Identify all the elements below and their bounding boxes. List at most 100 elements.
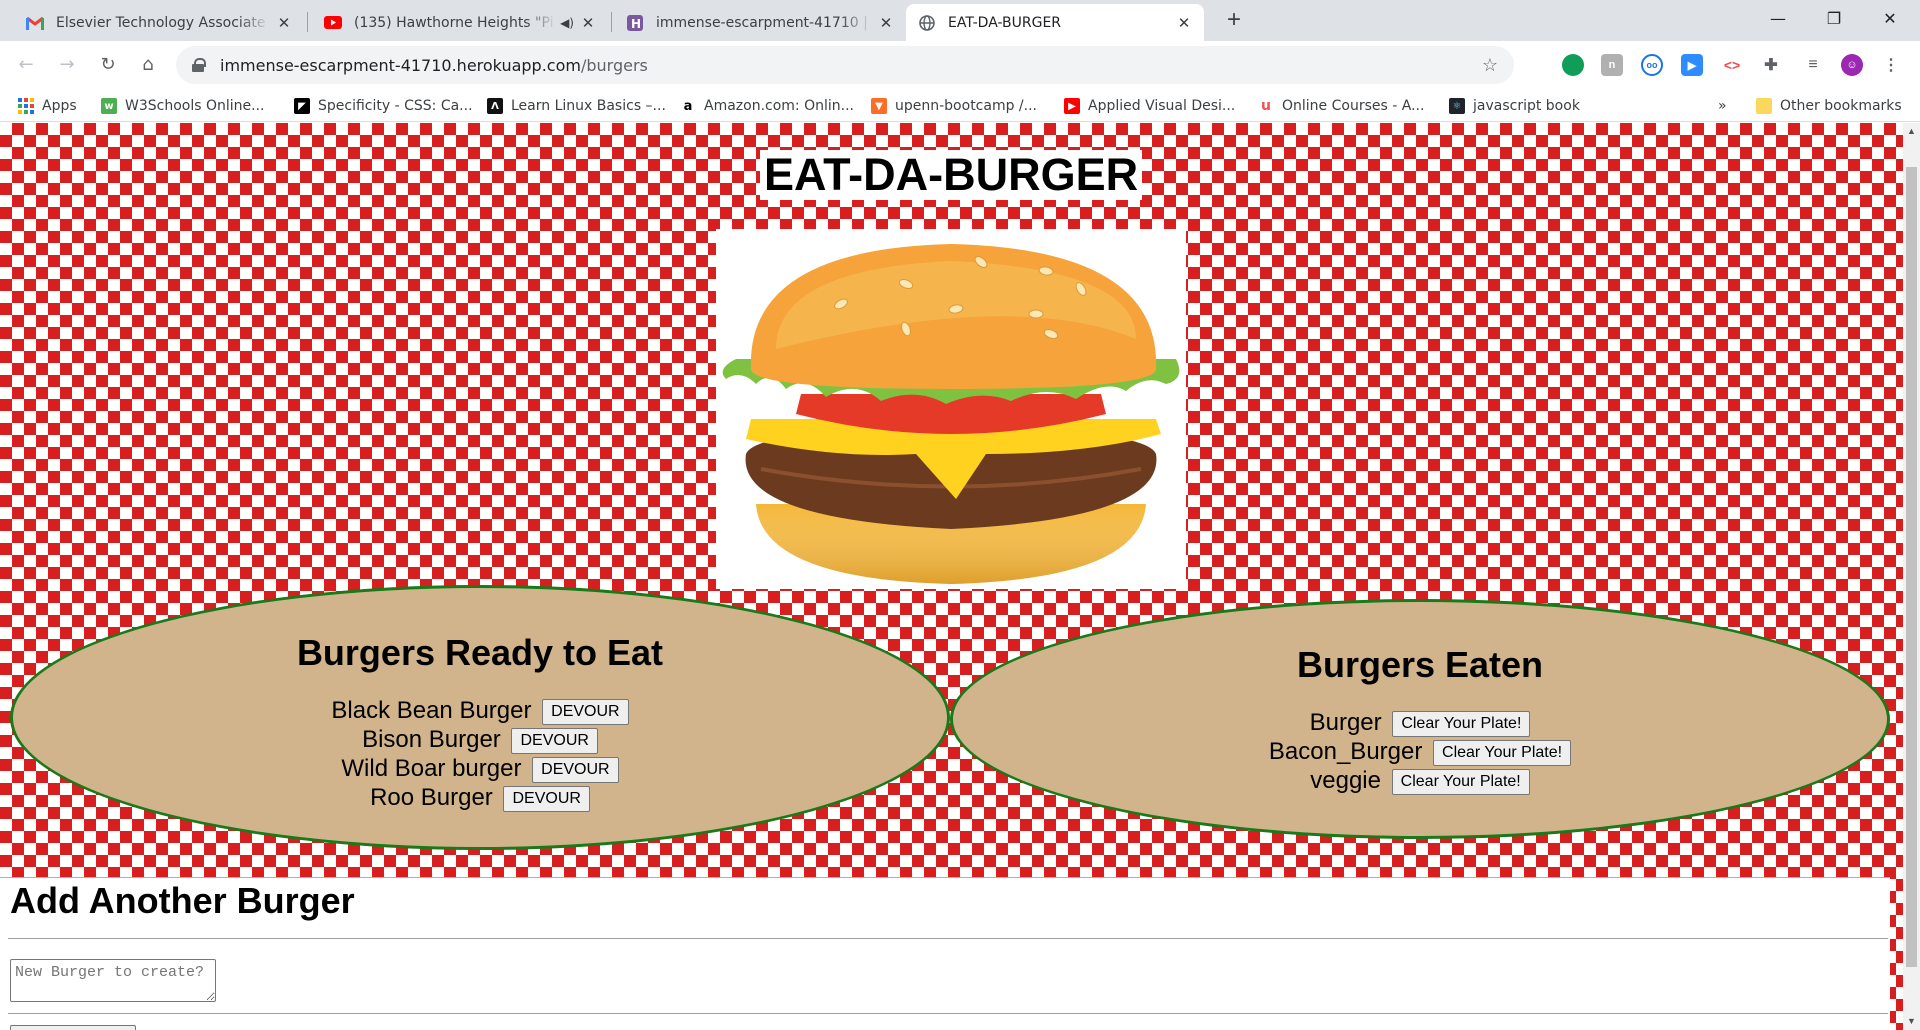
grammarly-icon[interactable] <box>1562 54 1584 76</box>
bookmark-online-courses[interactable]: u Online Courses - A... <box>1258 95 1424 117</box>
extension-eyes-icon[interactable]: oo <box>1641 54 1663 76</box>
burgers-eaten-panel: Burgers Eaten Burger Clear Your Plate! B… <box>950 599 1890 839</box>
devour-button[interactable]: DEVOUR <box>542 698 629 725</box>
close-tab-icon[interactable]: ✕ <box>276 14 292 32</box>
ready-list: Black Bean Burger DEVOUR Bison Burger DE… <box>13 696 947 812</box>
bookmarks-overflow[interactable]: » <box>1718 95 1727 117</box>
forward-icon[interactable]: → <box>51 49 83 81</box>
list-item: Wild Boar burger DEVOUR <box>13 754 947 783</box>
tab-divider <box>307 12 308 32</box>
speaker-icon[interactable]: ◀︎) <box>560 16 574 30</box>
extension-red-arrow-icon[interactable]: <> <box>1721 54 1743 76</box>
bookmark-label: Online Courses - A... <box>1282 98 1425 114</box>
tab-title: EAT-DA-BURGER <box>948 14 1062 31</box>
tab-heroku[interactable]: H immense-escarpment-41710 | He ✕ <box>614 4 906 41</box>
lock-icon[interactable] <box>192 58 206 72</box>
clear-plate-button[interactable]: Clear Your Plate! <box>1433 739 1572 766</box>
media-control-icon[interactable]: ≡ <box>1802 54 1824 76</box>
submit-button[interactable] <box>10 1025 136 1030</box>
close-tab-icon[interactable]: ✕ <box>878 14 894 32</box>
bookmark-linux[interactable]: Λ Learn Linux Basics –... <box>487 95 666 117</box>
profile-avatar-icon[interactable]: ☺ <box>1841 54 1863 76</box>
tab-title: immense-escarpment-41710 | He <box>656 14 872 31</box>
home-icon[interactable]: ⌂ <box>132 49 164 81</box>
bookmark-specificity[interactable]: ◤ Specificity - CSS: Ca... <box>294 95 473 117</box>
bookmark-label: Amazon.com: Onlin... <box>704 98 854 114</box>
bookmark-label: Other bookmarks <box>1780 98 1902 114</box>
tab-title: (135) Hawthorne Heights "Pi <box>354 14 554 31</box>
devour-button[interactable]: DEVOUR <box>511 727 598 754</box>
list-item: Black Bean Burger DEVOUR <box>13 696 947 725</box>
extensions-puzzle-icon[interactable]: ✚ <box>1760 54 1782 76</box>
udemy-icon: u <box>1258 98 1274 114</box>
youtube-icon: ▶ <box>1064 98 1080 114</box>
browser-toolbar: ← → ↻ ⌂ immense-escarpment-41710.herokua… <box>0 41 1920 89</box>
bookmark-label: Learn Linux Basics –... <box>511 98 666 114</box>
bookmark-label: upenn-bootcamp /... <box>895 98 1037 114</box>
divider <box>8 938 1888 939</box>
tab-title: Elsevier Technology Associate Pro <box>56 14 270 31</box>
tab-eat-da-burger[interactable]: EAT-DA-BURGER ✕ <box>906 4 1204 41</box>
restore-icon[interactable]: ❐ <box>1806 0 1862 38</box>
gitlab-icon: ▼ <box>871 98 887 114</box>
scroll-down-icon[interactable]: ▼ <box>1903 1013 1920 1030</box>
extension-gray-icon[interactable]: n <box>1601 54 1623 76</box>
minimize-icon[interactable]: — <box>1750 0 1806 38</box>
clear-plate-button[interactable]: Clear Your Plate! <box>1392 710 1531 737</box>
bookmark-w3schools[interactable]: w W3Schools Online... <box>101 95 264 117</box>
menu-kebab-icon[interactable]: ⋮ <box>1880 54 1902 76</box>
reload-icon[interactable]: ↻ <box>92 49 124 81</box>
bookmark-amazon[interactable]: a Amazon.com: Onlin... <box>680 95 854 117</box>
bookmark-apps[interactable]: Apps <box>18 95 77 117</box>
close-tab-icon[interactable]: ✕ <box>580 14 596 32</box>
bookmark-javascript-book[interactable]: ⚛ javascript book <box>1449 95 1580 117</box>
clear-plate-button[interactable]: Clear Your Plate! <box>1391 768 1530 795</box>
list-item: Roo Burger DEVOUR <box>13 783 947 812</box>
add-burger-heading: Add Another Burger <box>10 880 355 921</box>
page-scrollbar[interactable]: ▲ ▼ <box>1903 123 1920 1030</box>
add-burger-form: Add Another Burger <box>0 877 1890 1030</box>
divider <box>8 1013 1888 1014</box>
page-viewport: EAT-DA-BURGER Burgers Ready to Eat Black… <box>0 123 1903 1030</box>
devour-button[interactable]: DEVOUR <box>503 785 590 812</box>
list-item: Bison Burger DEVOUR <box>13 725 947 754</box>
address-bar[interactable]: immense-escarpment-41710.herokuapp.com/b… <box>176 46 1514 84</box>
new-burger-input[interactable] <box>10 959 216 1002</box>
ready-heading: Burgers Ready to Eat <box>296 632 664 673</box>
heroku-icon: H <box>626 14 644 32</box>
scrollbar-thumb[interactable] <box>1906 167 1917 967</box>
bookmark-label: javascript book <box>1473 98 1580 114</box>
page-title: EAT-DA-BURGER <box>760 150 1143 200</box>
youtube-icon <box>324 14 342 32</box>
burger-image <box>716 229 1186 589</box>
apps-grid-icon <box>18 98 34 114</box>
mdn-icon: ◤ <box>294 98 310 114</box>
list-item: veggie Clear Your Plate! <box>953 766 1887 795</box>
scroll-up-icon[interactable]: ▲ <box>1903 123 1920 140</box>
bookmark-label: Apps <box>42 98 77 114</box>
other-bookmarks[interactable]: Other bookmarks <box>1756 95 1902 117</box>
url-text[interactable]: immense-escarpment-41710.herokuapp.com/b… <box>220 56 648 75</box>
gmail-icon <box>26 14 44 32</box>
back-icon[interactable]: ← <box>10 49 42 81</box>
close-window-icon[interactable]: ✕ <box>1862 0 1918 38</box>
bookmark-label: W3Schools Online... <box>125 98 265 114</box>
burgers-ready-panel: Burgers Ready to Eat Black Bean Burger D… <box>10 585 950 850</box>
linux-icon: Λ <box>487 98 503 114</box>
react-icon: ⚛ <box>1449 98 1465 114</box>
close-tab-icon[interactable]: ✕ <box>1176 14 1192 32</box>
bookmark-label: Specificity - CSS: Ca... <box>318 98 473 114</box>
devour-button[interactable]: DEVOUR <box>532 756 619 783</box>
svg-text:H: H <box>631 17 641 31</box>
bookmark-upenn[interactable]: ▼ upenn-bootcamp /... <box>871 95 1037 117</box>
bookmark-star-icon[interactable]: ☆ <box>1482 55 1498 76</box>
bookmarks-bar: Apps w W3Schools Online... ◤ Specificity… <box>0 89 1920 122</box>
tab-elsevier[interactable]: Elsevier Technology Associate Pro ✕ <box>14 4 304 41</box>
tab-youtube[interactable]: (135) Hawthorne Heights "Pi ◀︎) ✕ <box>312 4 608 41</box>
globe-icon <box>918 14 936 32</box>
bookmark-applied-visual[interactable]: ▶ Applied Visual Desi... <box>1064 95 1235 117</box>
new-tab-icon[interactable]: + <box>1220 6 1248 34</box>
tab-divider <box>611 12 612 32</box>
bookmark-label: Applied Visual Desi... <box>1088 98 1236 114</box>
zoom-icon[interactable]: ▶ <box>1681 54 1703 76</box>
